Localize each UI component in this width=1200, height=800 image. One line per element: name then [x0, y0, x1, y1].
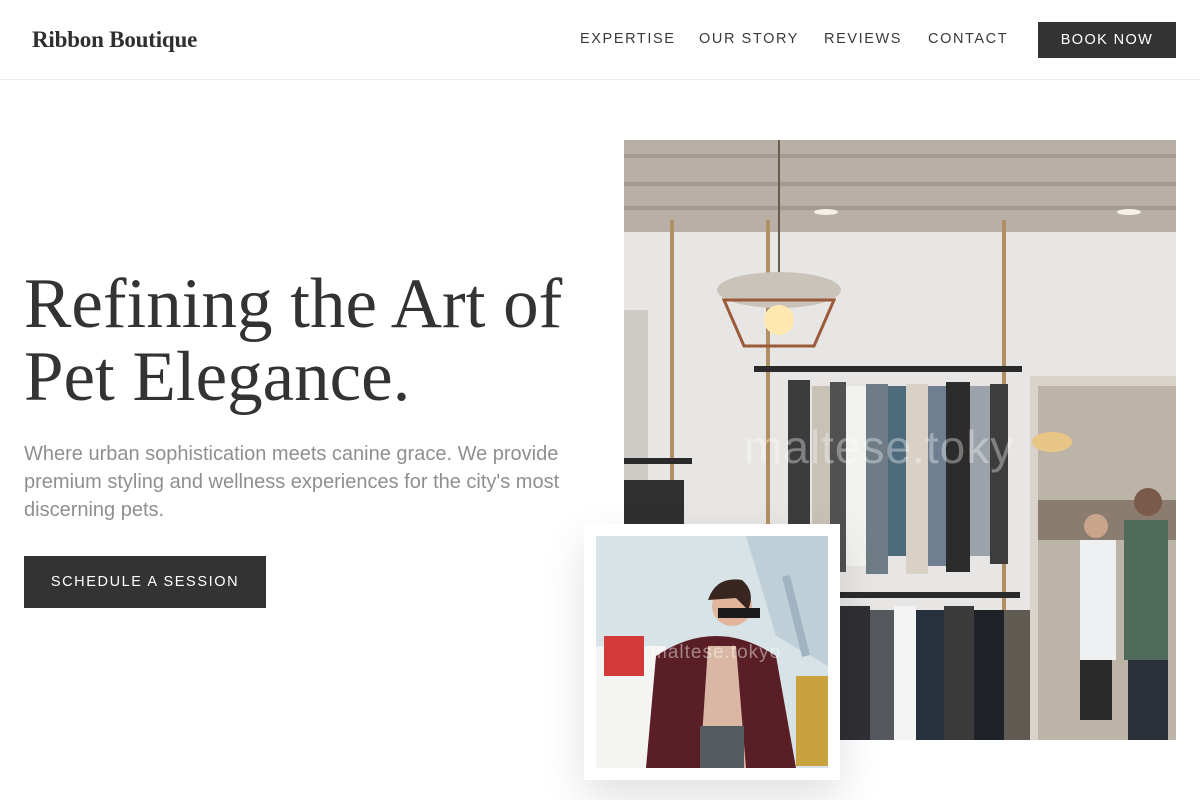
hero-subtitle: Where urban sophistication meets canine … — [24, 443, 560, 521]
nav-reviews[interactable]: REVIEWS — [824, 31, 902, 47]
nav-contact[interactable]: CONTACT — [928, 31, 1008, 47]
schedule-session-button[interactable]: SCHEDULE A SESSION — [24, 556, 266, 608]
brand-logo[interactable]: Ribbon Boutique — [32, 27, 197, 53]
nav-expertise[interactable]: EXPERTISE — [580, 31, 676, 47]
inset-photo-card: maltese.tokyo — [584, 524, 840, 780]
shopper-image: maltese.tokyo — [596, 536, 828, 768]
image-watermark: maltese.toky — [744, 421, 1015, 473]
book-now-button[interactable]: BOOK NOW — [1038, 22, 1176, 58]
image-watermark-inset: maltese.tokyo — [651, 642, 782, 663]
nav-our-story[interactable]: OUR STORY — [699, 31, 799, 47]
site-header: Ribbon Boutique EXPERTISE OUR STORY REVI… — [0, 0, 1200, 80]
hero-title: Refining the Art of Pet Elegance. — [24, 265, 563, 416]
